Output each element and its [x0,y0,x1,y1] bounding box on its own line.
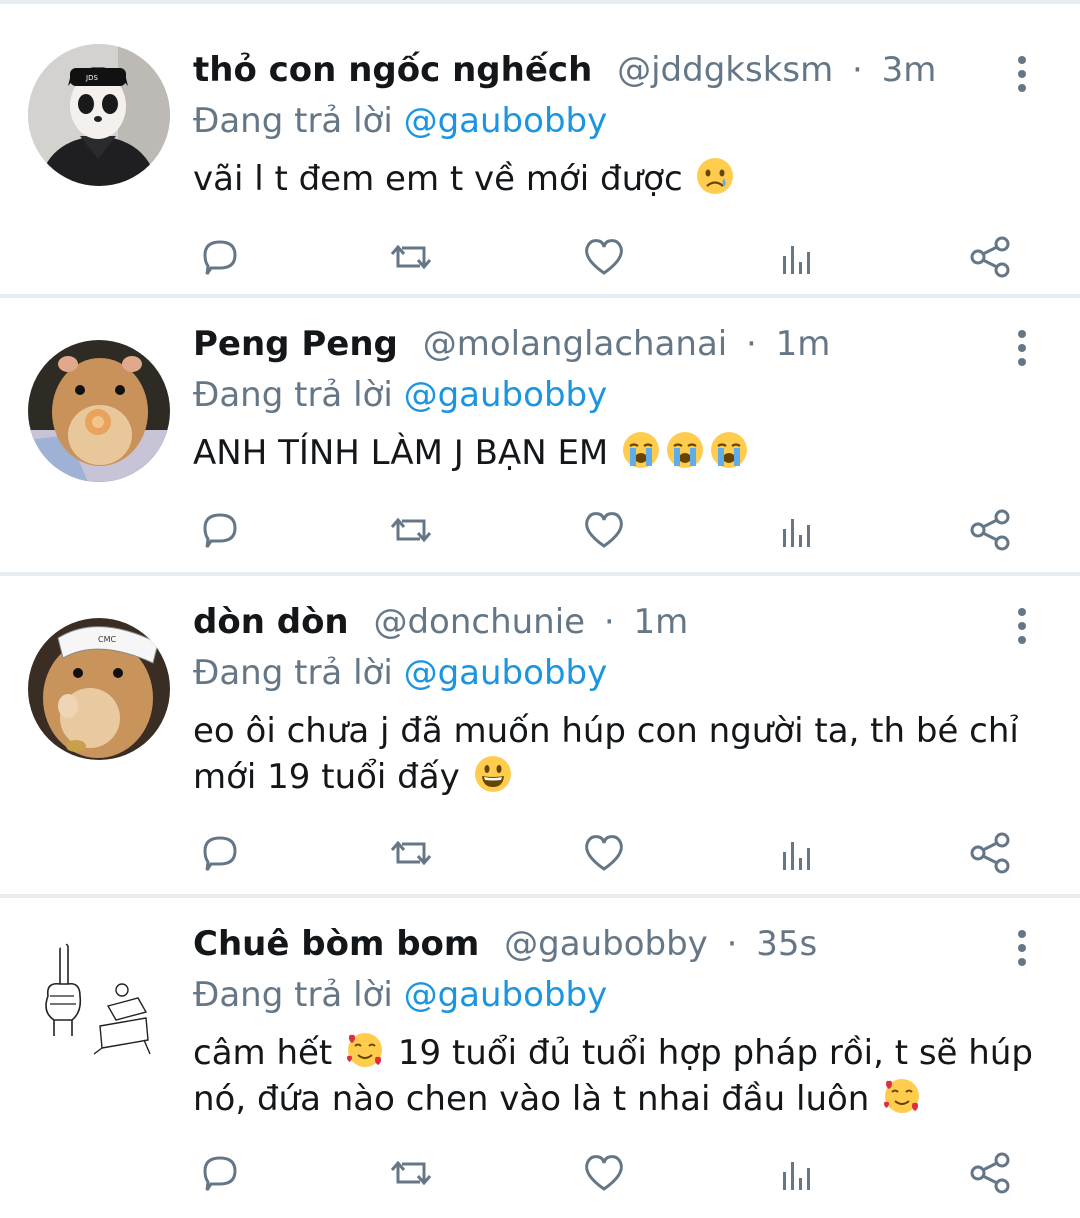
reply-mention-link[interactable]: @gaubobby [404,375,608,415]
tweet-actions [190,232,1020,282]
tweet-content: Peng Peng @molanglachanai · 1m Đang trả … [193,318,1020,476]
reply-icon[interactable] [195,1148,245,1198]
avatar[interactable] [28,936,170,1078]
share-icon[interactable] [966,505,1016,555]
tweet-content: dòn dòn @donchunie · 1m Đang trả lời @ga… [193,596,1020,800]
retweet-icon[interactable] [386,1148,436,1198]
reply-context: Đang trả lời @gaubobby [193,96,1020,146]
tweet-reply[interactable]: Peng Peng @molanglachanai · 1m Đang trả … [0,298,1080,576]
more-options-icon[interactable] [1012,606,1032,646]
grinning-face-emoji-icon [474,756,511,792]
reply-prefix: Đang trả lời [193,653,393,693]
crying-face-emoji-icon [697,158,734,194]
user-handle[interactable]: @donchunie [373,602,585,642]
timestamp[interactable]: 3m [882,50,937,90]
more-options-icon[interactable] [1012,54,1032,94]
tweet-content: Chuê bòm bom @gaubobby · 35s Đang trả lờ… [193,918,1033,1122]
user-handle[interactable]: @molanglachanai [423,324,728,364]
like-heart-icon[interactable] [579,828,629,878]
loudly-crying-face-emoji-icon [667,432,704,468]
reply-icon[interactable] [195,828,245,878]
avatar[interactable]: JDS [28,44,170,186]
share-icon[interactable] [966,828,1016,878]
smiling-face-with-hearts-emoji-icon [884,1079,920,1113]
display-name[interactable]: thỏ con ngốc nghếch [193,50,592,90]
tweet-reply[interactable]: Chuê bòm bom @gaubobby · 35s Đang trả lờ… [0,898,1080,1216]
tweet-text-part: ANH TÍNH LÀM J BẠN EM [193,433,609,473]
like-heart-icon[interactable] [579,232,629,282]
timestamp[interactable]: 1m [776,324,831,364]
tweet-reply[interactable]: JDS thỏ con ngốc nghếch @jddgksksm · 3m … [0,4,1080,298]
analytics-icon[interactable] [773,232,823,282]
display-name[interactable]: dòn dòn [193,602,349,642]
user-handle[interactable]: @gaubobby [504,924,708,964]
tweet-content: thỏ con ngốc nghếch @jddgksksm · 3m Đang… [193,44,1020,202]
dot-separator: · [746,324,757,364]
tweet-header: thỏ con ngốc nghếch @jddgksksm · 3m [193,44,1020,96]
analytics-icon[interactable] [773,828,823,878]
tweet-text: vãi l t đem em t về mới được [193,156,1020,202]
retweet-icon[interactable] [386,828,436,878]
svg-text:CMC: CMC [98,635,116,644]
tweet-text-part: eo ôi chưa j đã muốn húp con người ta, t… [193,711,1019,797]
avatar[interactable]: CMC [28,618,170,760]
loudly-crying-face-emoji-icon [623,432,660,468]
dot-separator: · [852,50,863,90]
tweet-header: Peng Peng @molanglachanai · 1m [193,318,1020,370]
analytics-icon[interactable] [773,505,823,555]
reply-prefix: Đang trả lời [193,975,393,1015]
reply-context: Đang trả lời @gaubobby [193,970,1020,1020]
smiling-face-with-hearts-emoji-icon [347,1033,383,1067]
tweet-text-part: câm hết [193,1033,333,1073]
retweet-icon[interactable] [386,232,436,282]
tweet-header: Chuê bòm bom @gaubobby · 35s [193,918,1020,970]
svg-text:JDS: JDS [85,74,98,82]
like-heart-icon[interactable] [579,505,629,555]
reply-context: Đang trả lời @gaubobby [193,648,1020,698]
reply-prefix: Đang trả lời [193,375,393,415]
user-handle[interactable]: @jddgksksm [617,50,833,90]
more-options-icon[interactable] [1012,928,1032,968]
dot-separator: · [603,602,615,642]
tweet-text-part: vãi l t đem em t về mới được [193,159,683,199]
reply-icon[interactable] [195,505,245,555]
avatar[interactable] [28,340,170,482]
more-options-icon[interactable] [1012,328,1032,368]
reply-context: Đang trả lời @gaubobby [193,370,1020,420]
reply-icon[interactable] [195,232,245,282]
retweet-icon[interactable] [386,505,436,555]
timestamp[interactable]: 35s [756,924,817,964]
analytics-icon[interactable] [773,1148,823,1198]
share-icon[interactable] [966,1148,1016,1198]
like-heart-icon[interactable] [579,1148,629,1198]
display-name[interactable]: Peng Peng [193,324,398,364]
tweet-reply[interactable]: CMC dòn dòn @donchunie · 1m Đang trả lời… [0,576,1080,898]
reply-mention-link[interactable]: @gaubobby [404,101,608,141]
tweet-header: dòn dòn @donchunie · 1m [193,596,1020,648]
reply-mention-link[interactable]: @gaubobby [404,975,608,1015]
tweet-actions [190,505,1020,555]
reply-mention-link[interactable]: @gaubobby [404,653,608,693]
loudly-crying-face-emoji-icon [711,432,748,468]
tweet-actions [190,1148,1020,1198]
dot-separator: · [726,924,738,964]
reply-prefix: Đang trả lời [193,101,393,141]
share-icon[interactable] [966,232,1016,282]
tweet-actions [190,828,1020,878]
tweet-text: ANH TÍNH LÀM J BẠN EM [193,430,1020,476]
timestamp[interactable]: 1m [634,602,689,642]
tweet-text: eo ôi chưa j đã muốn húp con người ta, t… [193,708,1023,800]
display-name[interactable]: Chuê bòm bom [193,924,479,964]
tweet-text: câm hết 19 tuổi đủ tuổi hợp pháp rồi, t … [193,1030,1033,1122]
